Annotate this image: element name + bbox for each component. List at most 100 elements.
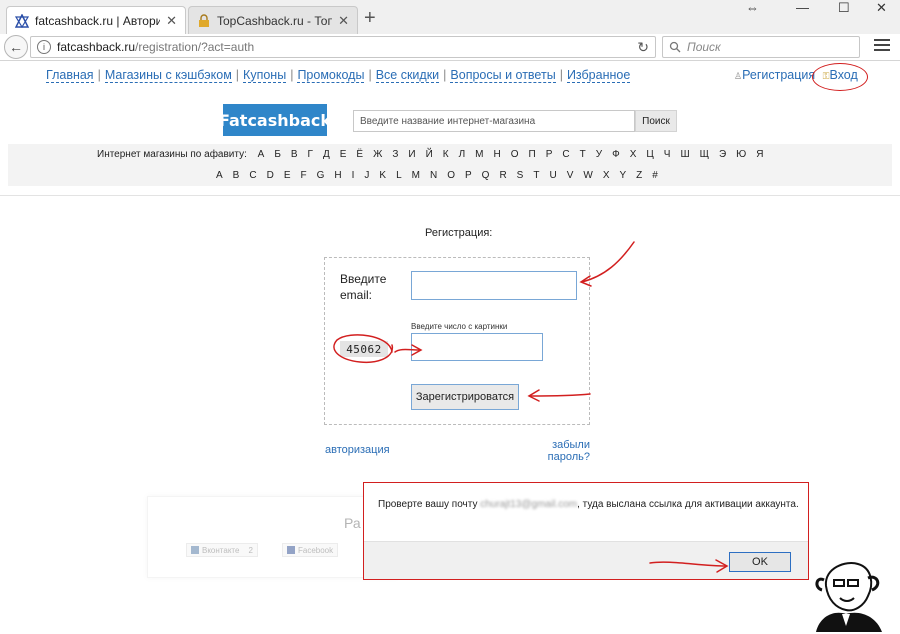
alphabet-letter[interactable]: Ё xyxy=(356,149,363,160)
alphabet-letter[interactable]: Ж xyxy=(373,149,382,160)
email-field[interactable] xyxy=(411,271,577,300)
nav-all-discounts[interactable]: Все скидки xyxy=(375,68,440,83)
alphabet-letter[interactable]: Т xyxy=(580,149,586,160)
alphabet-letter[interactable]: # xyxy=(652,170,658,181)
alphabet-letter[interactable]: X xyxy=(603,170,610,181)
alphabet-letter[interactable]: D xyxy=(267,170,274,181)
close-tab-icon[interactable]: ✕ xyxy=(166,13,177,29)
alphabet-letter[interactable]: L xyxy=(396,170,402,181)
alphabet-letter[interactable]: Й xyxy=(426,149,433,160)
alphabet-letter[interactable]: С xyxy=(562,149,569,160)
nav-coupons[interactable]: Купоны xyxy=(243,68,287,83)
site-nav: Главная | Магазины с кэшбэком | Купоны | Пр… xyxy=(46,68,631,83)
alphabet-letter[interactable]: Н xyxy=(494,149,501,160)
browser-search-input[interactable]: Поиск xyxy=(662,36,860,58)
alphabet-letter[interactable]: А xyxy=(258,149,265,160)
alphabet-letter[interactable]: Р xyxy=(546,149,553,160)
reload-icon[interactable]: ↻ xyxy=(637,39,649,56)
nav-cashback-shops[interactable]: Магазины с кэшбэком xyxy=(104,68,232,83)
alphabet-letter[interactable]: Ч xyxy=(664,149,671,160)
shop-search-button[interactable]: Поиск xyxy=(635,110,677,132)
fatcashback-favicon-icon xyxy=(15,13,29,28)
maximize-button[interactable]: ☐ xyxy=(838,0,850,15)
tab-strip: fatcashback.ru | Авториза… ✕ TopCashback… xyxy=(0,0,900,34)
alphabet-letter[interactable]: W xyxy=(583,170,592,181)
alphabet-letter[interactable]: B xyxy=(233,170,240,181)
nav-faq[interactable]: Вопросы и ответы xyxy=(450,68,556,83)
facebook-button[interactable]: Facebook xyxy=(282,543,339,557)
alphabet-letter[interactable]: Е xyxy=(340,149,347,160)
nav-favorites[interactable]: Избранное xyxy=(566,68,631,83)
alphabet-letter[interactable]: J xyxy=(364,170,369,181)
resize-icon[interactable]: ⇔ xyxy=(746,0,759,15)
alphabet-letter[interactable]: R xyxy=(499,170,506,181)
back-button[interactable]: ← xyxy=(4,35,28,59)
minimize-button[interactable]: — xyxy=(796,0,809,15)
alphabet-letter[interactable]: К xyxy=(443,149,449,160)
alphabet-letter[interactable]: П xyxy=(529,149,536,160)
alphabet-letter[interactable]: Э xyxy=(719,149,726,160)
url-host: fatcashback.ru xyxy=(57,40,136,54)
alphabet-letter[interactable]: М xyxy=(475,149,483,160)
forgot-password-link[interactable]: забыли пароль? xyxy=(540,439,590,463)
address-bar[interactable]: i fatcashback.ru/registration/?act=auth … xyxy=(30,36,656,58)
email-label: Введите email: xyxy=(340,272,387,302)
alphabet-letter[interactable]: У xyxy=(596,149,602,160)
annotation-circle xyxy=(812,63,868,91)
alphabet-letter[interactable]: V xyxy=(567,170,574,181)
alphabet-letter[interactable]: Я xyxy=(756,149,763,160)
tab-topcashback[interactable]: TopCashback.ru - Топ лу… ✕ xyxy=(188,6,358,34)
alphabet-letter[interactable]: З xyxy=(392,149,398,160)
shop-search-input[interactable]: Введите название интернет-магазина xyxy=(353,110,635,132)
vk-button[interactable]: Вконтакте 2 xyxy=(186,543,258,557)
alphabet-letter[interactable]: Ю xyxy=(736,149,746,160)
captcha-field[interactable] xyxy=(411,333,543,361)
alphabet-letter[interactable]: Х xyxy=(630,149,637,160)
alphabet-letter[interactable]: S xyxy=(517,170,524,181)
tab-fatcashback[interactable]: fatcashback.ru | Авториза… ✕ xyxy=(6,6,186,34)
alphabet-letter[interactable]: A xyxy=(216,170,223,181)
alphabet-letter[interactable]: C xyxy=(249,170,256,181)
menu-icon[interactable] xyxy=(874,39,890,53)
avatar-illustration xyxy=(815,562,882,632)
alphabet-letter[interactable]: K xyxy=(379,170,386,181)
alphabet-letter[interactable]: О xyxy=(511,149,519,160)
nav-promocodes[interactable]: Промокоды xyxy=(297,68,365,83)
alphabet-letter[interactable]: U xyxy=(549,170,556,181)
alphabet-letter[interactable]: В xyxy=(291,149,298,160)
register-link[interactable]: Регистрация xyxy=(742,68,815,82)
alphabet-letter[interactable]: И xyxy=(408,149,415,160)
alphabet-letter[interactable]: I xyxy=(352,170,355,181)
alphabet-letter[interactable]: O xyxy=(447,170,455,181)
alphabet-letter[interactable]: Б xyxy=(274,149,281,160)
close-window-button[interactable]: ✕ xyxy=(876,0,887,15)
alphabet-letter[interactable]: F xyxy=(300,170,306,181)
alphabet-letter[interactable]: H xyxy=(334,170,341,181)
alphabet-letter[interactable]: Л xyxy=(459,149,466,160)
site-logo[interactable]: Fatcashback xyxy=(219,104,331,136)
register-button[interactable]: Зарегистрироватся xyxy=(411,384,519,410)
alphabet-letter[interactable]: Z xyxy=(636,170,642,181)
info-icon[interactable]: i xyxy=(37,40,51,54)
alphabet-letter[interactable]: M xyxy=(412,170,420,181)
alphabet-letter[interactable]: Y xyxy=(619,170,626,181)
alphabet-letter[interactable]: Щ xyxy=(700,149,709,160)
alphabet-letter[interactable]: Ц xyxy=(646,149,653,160)
alphabet-letter[interactable]: Q xyxy=(482,170,490,181)
alphabet-letter[interactable]: E xyxy=(284,170,291,181)
alphabet-letter[interactable]: T xyxy=(533,170,539,181)
alphabet-letter[interactable]: Ш xyxy=(680,149,689,160)
alphabet-letter[interactable]: Ф xyxy=(612,149,620,160)
alphabet-letter[interactable]: Г xyxy=(308,149,313,160)
alphabet-index: Интернет магазины по афавиту: АБВГДЕЁЖЗИ… xyxy=(8,144,892,186)
ok-button[interactable]: OK xyxy=(729,552,791,572)
alphabet-letter[interactable]: N xyxy=(430,170,437,181)
new-tab-button[interactable]: + xyxy=(364,8,376,28)
alphabet-letter[interactable]: Д xyxy=(323,149,330,160)
alphabet-letter[interactable]: P xyxy=(465,170,472,181)
activation-dialog: Проверте вашу почту churajt13@gmail.com,… xyxy=(363,482,809,580)
auth-link[interactable]: авторизация xyxy=(325,444,390,456)
alphabet-letter[interactable]: G xyxy=(317,170,325,181)
close-tab-icon[interactable]: ✕ xyxy=(338,13,349,29)
nav-home[interactable]: Главная xyxy=(46,68,94,83)
